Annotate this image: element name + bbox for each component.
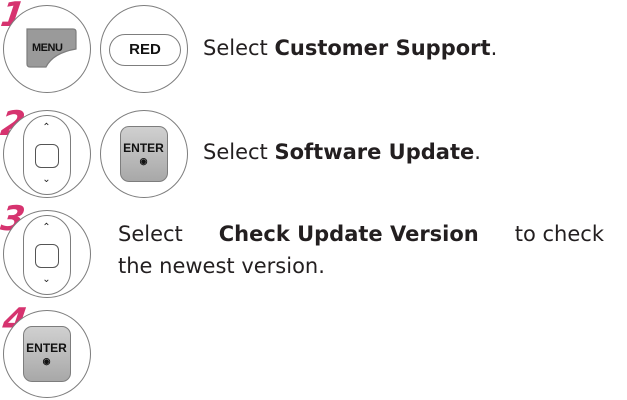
step-1-suffix: . [490, 36, 498, 60]
enter-dot-icon: ◉ [139, 155, 148, 166]
step-3-line-1: Select Check Update Version to check [118, 218, 604, 250]
enter-button-circle-2: ENTER ◉ [100, 110, 188, 198]
step-1-bold: Customer Support [274, 36, 491, 60]
up-arrow-icon: ⌃ [42, 221, 51, 233]
step-3-suffix: to check [508, 222, 604, 246]
step-3-line-2: the newest version. [118, 254, 325, 278]
nav-pad: ⌃ ⌄ [22, 114, 71, 195]
step-2-suffix: . [474, 140, 481, 164]
down-arrow-icon: ⌄ [42, 173, 51, 185]
enter-key-label: ENTER [26, 340, 67, 355]
red-key: RED [109, 34, 181, 66]
nav-pad: ⌃ ⌄ [22, 214, 71, 295]
step-2-text: Select Software Update. [203, 136, 481, 168]
step-1-prefix: Select [203, 36, 275, 60]
nav-button-circle-2: ⌃ ⌄ [3, 110, 91, 198]
menu-button-circle: MENU [3, 5, 91, 93]
enter-key: ENTER ◉ [119, 125, 168, 182]
step-3-text: Select Check Update Version to check the… [118, 218, 618, 282]
enter-key-label: ENTER [123, 140, 164, 155]
enter-key: ENTER ◉ [22, 325, 71, 382]
nav-button-circle-3: ⌃ ⌄ [3, 210, 91, 298]
enter-dot-icon: ◉ [42, 355, 51, 366]
ok-icon [34, 143, 59, 168]
up-arrow-icon: ⌃ [42, 121, 51, 133]
red-key-label: RED [129, 41, 161, 58]
down-arrow-icon: ⌄ [42, 273, 51, 285]
step-2-prefix: Select [203, 140, 275, 164]
menu-key-label: MENU [32, 42, 63, 54]
step-2-bold: Software Update [274, 140, 475, 164]
step-3-prefix: Select [118, 222, 190, 246]
red-button-circle: RED [100, 5, 188, 93]
ok-icon [34, 243, 59, 268]
step-1-text: Select Customer Support. [203, 32, 497, 64]
step-3-bold: Check Update Version [218, 222, 479, 246]
enter-button-circle-4: ENTER ◉ [3, 310, 91, 398]
